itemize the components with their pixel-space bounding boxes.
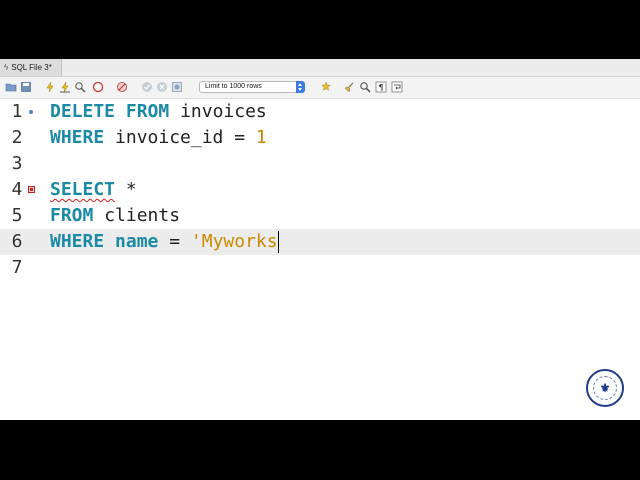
tab-sql-file[interactable]: ϟ SQL File 3* <box>0 59 62 76</box>
channel-logo: ⚜ <box>586 369 624 407</box>
code-text[interactable]: SELECT * <box>50 177 137 203</box>
code-editor[interactable]: 1 DELETE FROM invoices 2 WHERE invoice_id =… <box>0 99 640 420</box>
code-text[interactable]: WHERE name = 'Myworks <box>50 229 279 255</box>
dropdown-arrow-icon <box>296 81 305 93</box>
save-icon[interactable] <box>20 81 32 93</box>
tab-title: SQL File 3* <box>11 63 52 72</box>
code-token: FROM <box>50 205 94 226</box>
autocommit-icon[interactable] <box>171 81 183 93</box>
line-number: 1 <box>11 101 23 122</box>
code-token: name <box>115 231 159 252</box>
text-caret <box>277 231 279 253</box>
statement-marker-icon <box>29 110 33 114</box>
code-token: 1 <box>255 127 267 148</box>
editor-line[interactable]: 4 SELECT * <box>0 177 640 203</box>
code-token: invoices <box>169 101 267 122</box>
syntax-error-icon[interactable] <box>28 186 35 193</box>
commit-icon[interactable] <box>141 81 153 93</box>
find-icon[interactable] <box>359 81 371 93</box>
code-token: * <box>115 179 137 200</box>
execute-current-icon[interactable] <box>59 81 71 93</box>
toggle-error-icon[interactable] <box>116 81 128 93</box>
broom-icon[interactable] <box>343 81 355 93</box>
stop-icon[interactable] <box>92 81 104 93</box>
code-token: 'Myworks <box>190 231 278 252</box>
lightning-icon: ϟ <box>4 63 9 72</box>
open-folder-icon[interactable] <box>5 81 17 93</box>
logo-emblem-icon: ⚜ <box>599 381 611 395</box>
tab-bar: ϟ SQL File 3* <box>0 59 640 77</box>
execute-icon[interactable] <box>44 81 56 93</box>
editor-line[interactable]: 5 FROM clients <box>0 203 640 229</box>
code-token: WHERE <box>50 127 105 148</box>
code-token: WHERE <box>50 231 105 252</box>
beautify-icon[interactable] <box>320 81 332 93</box>
editor-line[interactable]: 3 <box>0 151 640 177</box>
code-token: SELECT <box>50 179 116 200</box>
code-text[interactable]: DELETE FROM invoices <box>50 99 267 125</box>
rollback-icon[interactable] <box>156 81 168 93</box>
limit-rows-value: Limit to 1000 rows <box>205 83 262 90</box>
editor-toolbar: Limit to 1000 rows ¶ <box>0 77 640 99</box>
line-number: 3 <box>11 153 23 174</box>
code-text[interactable]: FROM clients <box>50 203 180 229</box>
svg-text:¶: ¶ <box>378 83 383 92</box>
code-token: invoice_id = <box>104 127 256 148</box>
line-number: 2 <box>11 127 23 148</box>
code-token: DELETE <box>50 101 116 122</box>
wrap-icon[interactable] <box>391 81 403 93</box>
editor-line[interactable]: 1 DELETE FROM invoices <box>0 99 640 125</box>
editor-line[interactable]: 6 WHERE name = 'Myworks <box>0 229 640 255</box>
line-number: 6 <box>11 231 23 252</box>
line-number: 5 <box>11 205 23 226</box>
editor-line[interactable]: 2 WHERE invoice_id = 1 <box>0 125 640 151</box>
limit-rows-select[interactable]: Limit to 1000 rows <box>199 81 305 93</box>
line-number: 7 <box>11 257 23 278</box>
code-token: clients <box>93 205 181 226</box>
invisible-chars-icon[interactable]: ¶ <box>375 81 387 93</box>
line-number: 4 <box>11 179 23 200</box>
explain-icon[interactable] <box>74 81 86 93</box>
sql-editor-window: ϟ SQL File 3* Limit to 1000 rows ¶ 1 DEL… <box>0 59 640 420</box>
code-token: FROM <box>125 101 170 122</box>
code-token: = <box>158 231 191 252</box>
code-text[interactable]: WHERE invoice_id = 1 <box>50 125 267 151</box>
editor-line[interactable]: 7 <box>0 255 640 281</box>
logo-ring: ⚜ <box>593 376 617 400</box>
